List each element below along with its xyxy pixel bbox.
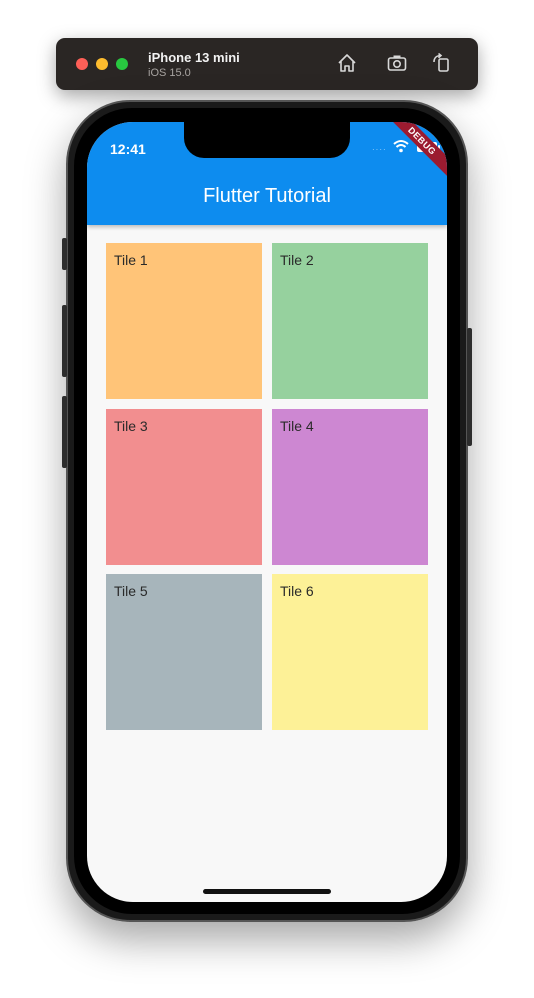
tile-label: Tile 2 (280, 252, 314, 268)
tile-label: Tile 1 (114, 252, 148, 268)
mute-switch (62, 238, 67, 270)
os-version: iOS 15.0 (148, 67, 191, 79)
rotate-icon[interactable] (430, 52, 452, 74)
tile-label: Tile 4 (280, 418, 314, 434)
app-bar: 12:41 ···· DEBUG Flutter Tutorial (87, 122, 447, 225)
wifi-icon (393, 140, 409, 153)
volume-down-button (62, 396, 67, 468)
close-window-button[interactable] (76, 58, 88, 70)
phone-screen: 12:41 ···· DEBUG Flutter Tutorial Tile 1… (87, 122, 447, 902)
tile-3[interactable]: Tile 3 (106, 409, 262, 565)
tile-2[interactable]: Tile 2 (272, 243, 428, 399)
minimize-window-button[interactable] (96, 58, 108, 70)
maximize-window-button[interactable] (116, 58, 128, 70)
home-indicator[interactable] (203, 889, 331, 894)
home-icon[interactable] (336, 52, 358, 74)
tile-label: Tile 5 (114, 583, 148, 599)
simulator-title-bar: iPhone 13 mini iOS 15.0 (56, 38, 478, 90)
tile-label: Tile 6 (280, 583, 314, 599)
screenshot-icon[interactable] (386, 52, 408, 74)
app-title: Flutter Tutorial (203, 185, 331, 207)
tile-6[interactable]: Tile 6 (272, 574, 428, 730)
volume-up-button (62, 305, 67, 377)
tile-4[interactable]: Tile 4 (272, 409, 428, 565)
tile-5[interactable]: Tile 5 (106, 574, 262, 730)
tile-label: Tile 3 (114, 418, 148, 434)
device-name: iPhone 13 mini (148, 50, 240, 65)
power-button (467, 328, 472, 446)
tile-1[interactable]: Tile 1 (106, 243, 262, 399)
status-time: 12:41 (110, 141, 146, 157)
notch (184, 122, 350, 158)
signal-icon: ···· (372, 145, 387, 154)
